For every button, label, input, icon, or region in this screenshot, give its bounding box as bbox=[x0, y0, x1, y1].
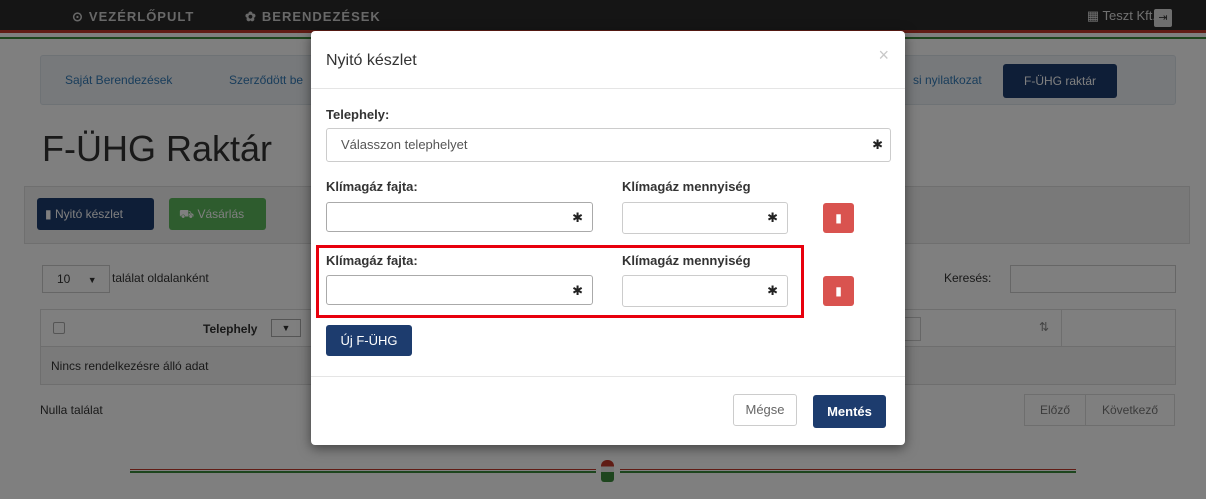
close-icon[interactable]: × bbox=[878, 45, 889, 66]
new-fuhg-button[interactable]: Új F-ÜHG bbox=[326, 325, 412, 356]
trash-icon: ▮ bbox=[835, 284, 842, 298]
required-icon: ✱ bbox=[572, 210, 583, 225]
required-icon: ✱ bbox=[872, 137, 883, 152]
gas-type-label: Klímagáz fajta: bbox=[326, 179, 418, 194]
delete-row-button[interactable]: ▮ bbox=[823, 276, 854, 306]
modal-footer-divider bbox=[311, 376, 905, 377]
required-icon: ✱ bbox=[572, 283, 583, 298]
site-label: Telephely: bbox=[326, 107, 390, 122]
site-select[interactable]: Válasszon telephelyet ✱ bbox=[326, 128, 891, 162]
delete-row-button[interactable]: ▮ bbox=[823, 203, 854, 233]
gas-quantity-input[interactable]: ✱ bbox=[622, 275, 788, 307]
trash-icon: ▮ bbox=[835, 211, 842, 225]
gas-quantity-input[interactable]: ✱ bbox=[622, 202, 788, 234]
cancel-button[interactable]: Mégse bbox=[733, 394, 797, 426]
required-icon: ✱ bbox=[767, 283, 778, 298]
gas-quantity-label: Klímagáz mennyiség bbox=[622, 179, 751, 194]
save-button[interactable]: Mentés bbox=[813, 395, 886, 428]
modal-header: Nyitó készlet × bbox=[311, 31, 905, 89]
open-stock-modal: Nyitó készlet × Telephely: Válasszon tel… bbox=[311, 31, 905, 445]
gas-type-select[interactable]: ✱ bbox=[326, 275, 593, 305]
gas-quantity-label: Klímagáz mennyiség bbox=[622, 253, 751, 268]
gas-type-select[interactable]: ✱ bbox=[326, 202, 593, 232]
required-icon: ✱ bbox=[767, 210, 778, 225]
gas-type-label: Klímagáz fajta: bbox=[326, 253, 418, 268]
modal-title: Nyitó készlet bbox=[326, 52, 417, 69]
site-placeholder: Válasszon telephelyet bbox=[341, 137, 468, 152]
